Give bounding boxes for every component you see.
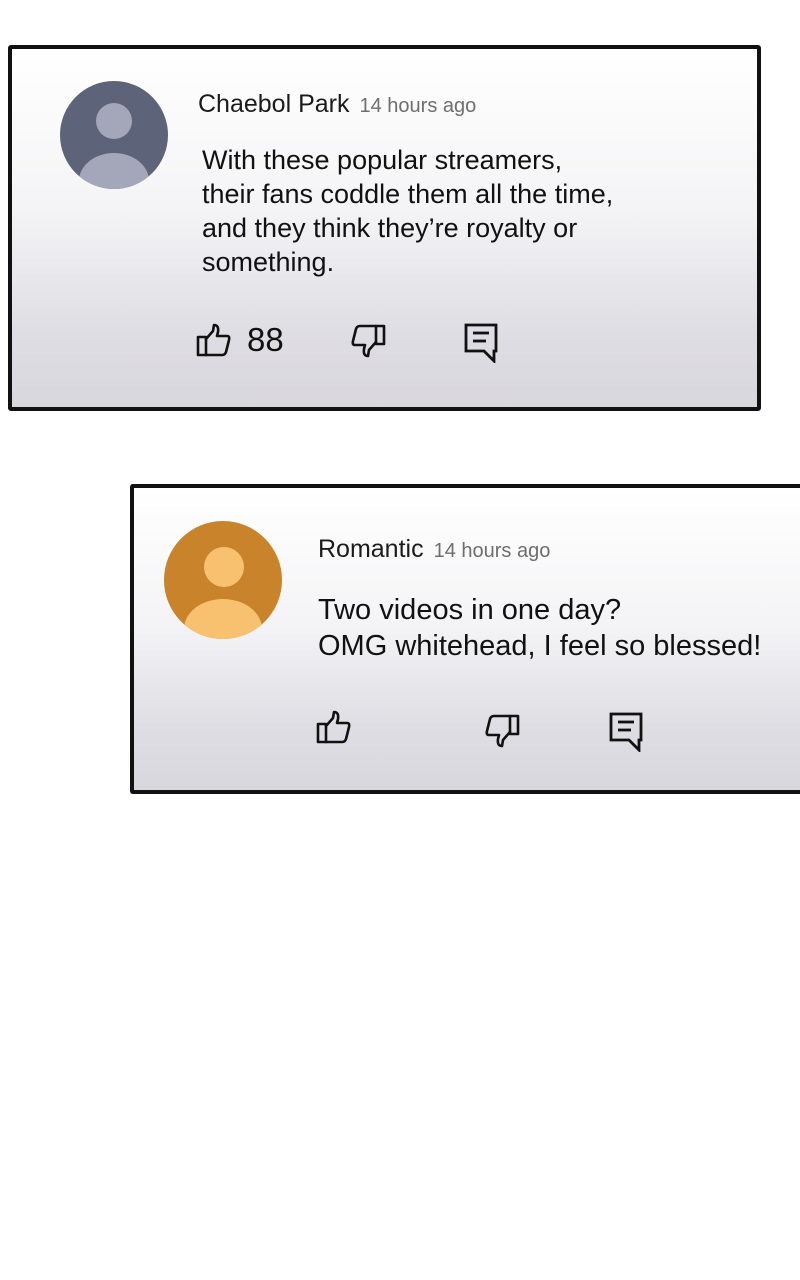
comment-card: Romantic 14 hours ago Two videos in one d… bbox=[130, 484, 800, 794]
avatar-body bbox=[184, 599, 262, 639]
reply-comment-icon bbox=[464, 323, 498, 363]
thumbs-up-icon bbox=[316, 710, 352, 744]
comment-text: Two videos in one day? OMG whitehead, I … bbox=[318, 592, 761, 664]
avatar[interactable] bbox=[164, 521, 282, 639]
comment-card: Chaebol Park 14 hours ago With these popu… bbox=[8, 45, 761, 411]
thumbs-down-icon bbox=[484, 714, 520, 748]
avatar-body bbox=[79, 153, 149, 189]
like-count: 88 bbox=[247, 321, 284, 358]
comment-text-line: their fans coddle them all the time, bbox=[202, 179, 614, 209]
comment-timestamp: 14 hours ago bbox=[433, 540, 551, 562]
comment-meta: Romantic 14 hours ago bbox=[318, 535, 550, 564]
comment-text-line: Two videos in one day? bbox=[318, 594, 622, 626]
comment-text: With these popular streamers, their fans… bbox=[202, 143, 613, 279]
comment-author[interactable]: Chaebol Park bbox=[198, 90, 349, 118]
avatar[interactable] bbox=[60, 81, 168, 189]
comment-text-line: and they think they’re royalty or bbox=[202, 213, 578, 243]
like-button[interactable]: 88 bbox=[196, 321, 284, 359]
comment-meta: Chaebol Park 14 hours ago bbox=[198, 90, 476, 119]
comment-text-line: OMG whitehead, I feel so blessed! bbox=[318, 630, 762, 662]
reply-button[interactable] bbox=[609, 712, 643, 752]
comment-author[interactable]: Romantic bbox=[318, 535, 424, 563]
reply-button[interactable] bbox=[464, 323, 498, 363]
thumbs-up-icon bbox=[196, 323, 232, 357]
comment-text-line: With these popular streamers, bbox=[202, 145, 563, 175]
thumbs-down-icon bbox=[350, 324, 386, 358]
comment-text-line: something. bbox=[202, 247, 335, 277]
comment-timestamp: 14 hours ago bbox=[359, 95, 477, 117]
dislike-button[interactable] bbox=[350, 324, 386, 358]
like-button[interactable] bbox=[316, 710, 352, 744]
reply-comment-icon bbox=[609, 712, 643, 752]
avatar-head bbox=[96, 103, 132, 139]
dislike-button[interactable] bbox=[484, 714, 520, 748]
avatar-head bbox=[204, 547, 244, 587]
